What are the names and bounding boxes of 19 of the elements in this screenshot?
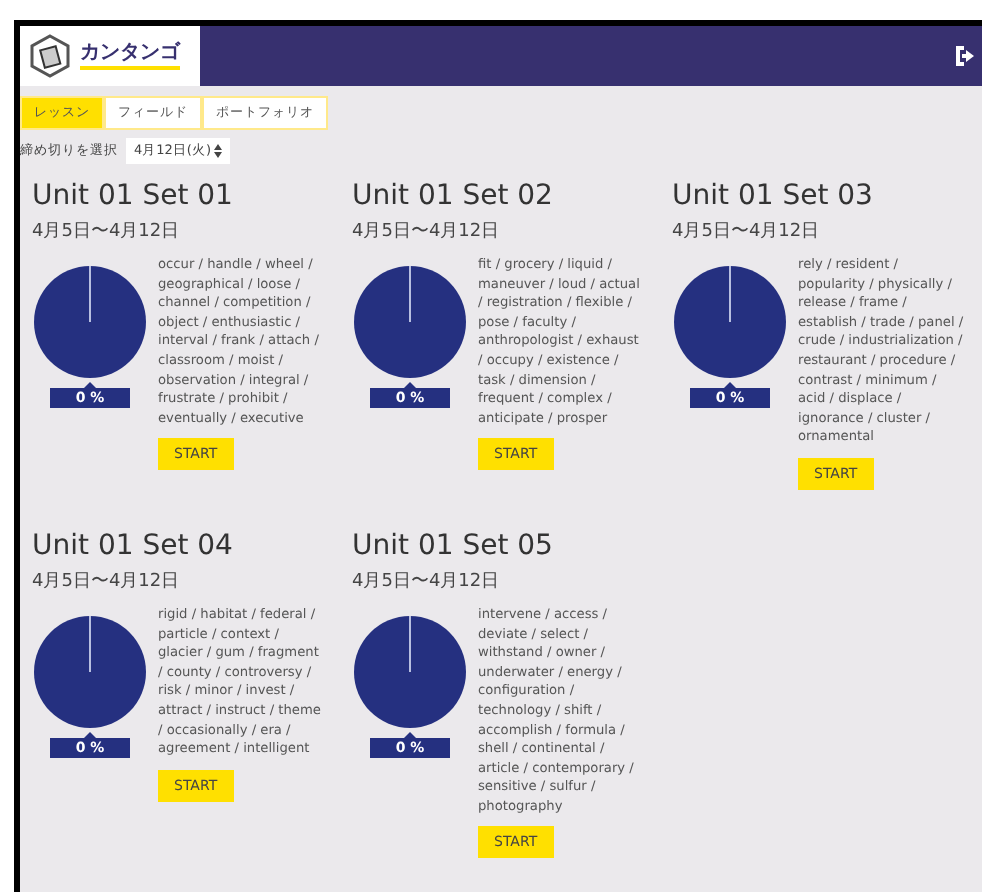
logout-icon[interactable] — [954, 44, 978, 68]
pie-drawing — [672, 264, 788, 380]
pie-drawing — [352, 613, 468, 730]
set-dates: 4月5日〜4月12日 — [32, 220, 182, 244]
pie-drawing — [32, 613, 148, 730]
set-dates: 4月5日〜4月12日 — [352, 569, 502, 594]
pie-drawing — [352, 264, 468, 380]
sort-caret-icon — [214, 144, 223, 158]
set-title: Unit 01 Set 03 — [672, 180, 875, 212]
tag-icon — [28, 34, 72, 78]
set-dates: 4月5日〜4月12日 — [352, 220, 502, 244]
set-dates: 4月5日〜4月12日 — [672, 220, 822, 244]
set-title: Unit 01 Set 04 — [32, 529, 235, 562]
set-title: Unit 01 Set 05 — [352, 529, 555, 562]
logo-text: カンタンゴ — [80, 42, 180, 70]
set-title: Unit 01 Set 02 — [352, 180, 555, 212]
set-title: Unit 01 Set 01 — [32, 180, 235, 212]
set-dates: 4月5日〜4月12日 — [32, 569, 182, 594]
pie-drawing — [32, 264, 148, 380]
